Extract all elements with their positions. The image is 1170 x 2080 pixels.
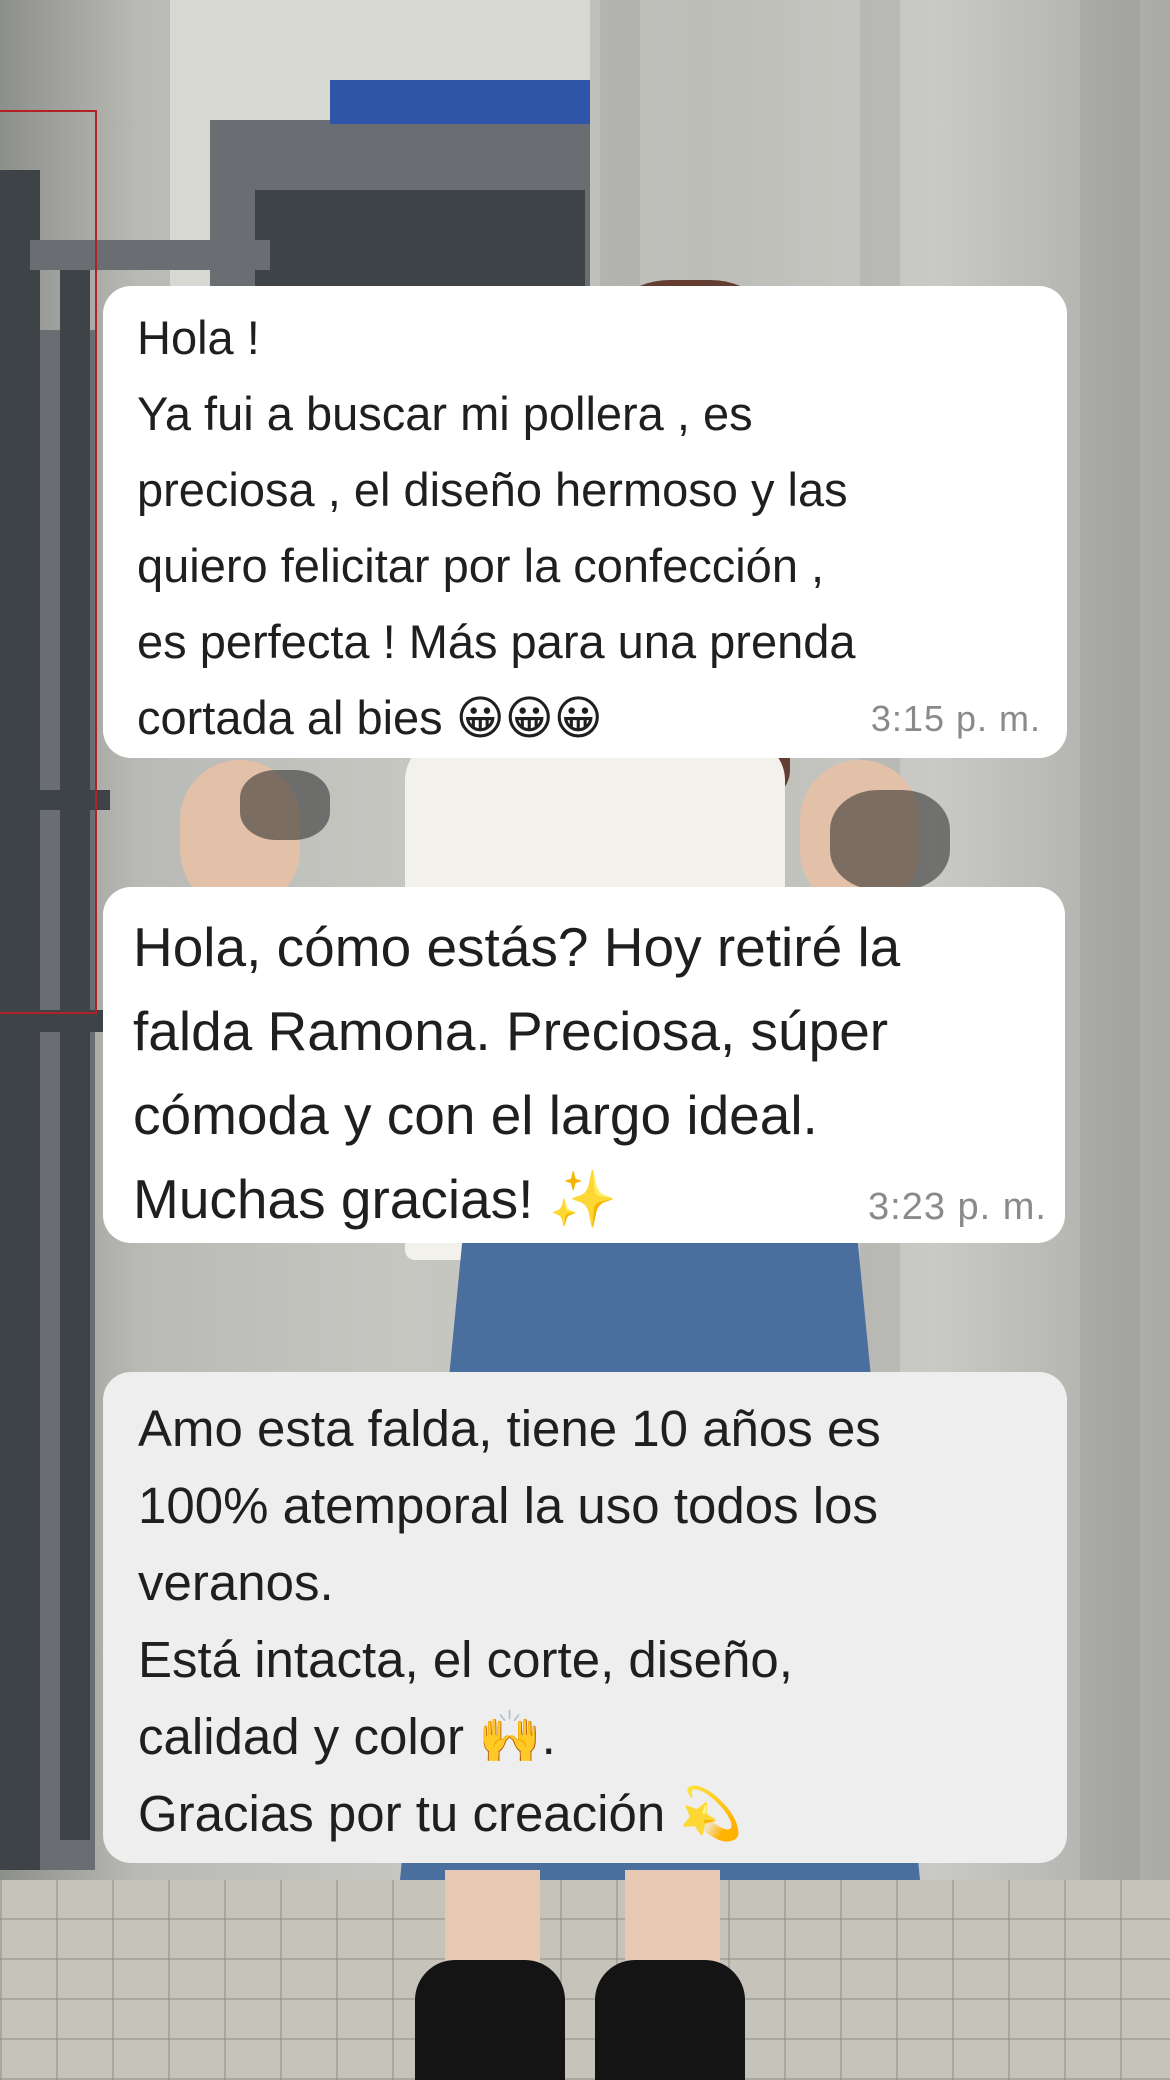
message-bubble-1: Hola ! Ya fui a buscar mi pollera , es p… bbox=[103, 286, 1067, 758]
message-timestamp: 3:15 p. m. bbox=[870, 698, 1041, 739]
message-bubble-3: Amo esta falda, tiene 10 años es 100% at… bbox=[103, 1372, 1067, 1863]
tiled-floor bbox=[0, 1880, 1170, 2080]
message-timestamp: 3:23 p. m. bbox=[868, 1186, 1047, 1228]
message-text: Hola ! Ya fui a buscar mi pollera , es p… bbox=[137, 311, 856, 744]
message-bubble-2: Hola, cómo estás? Hoy retiré la falda Ra… bbox=[103, 887, 1065, 1243]
message-text: Amo esta falda, tiene 10 años es 100% at… bbox=[138, 1400, 881, 1842]
left-boot bbox=[415, 1960, 565, 2080]
right-boot bbox=[595, 1960, 745, 2080]
